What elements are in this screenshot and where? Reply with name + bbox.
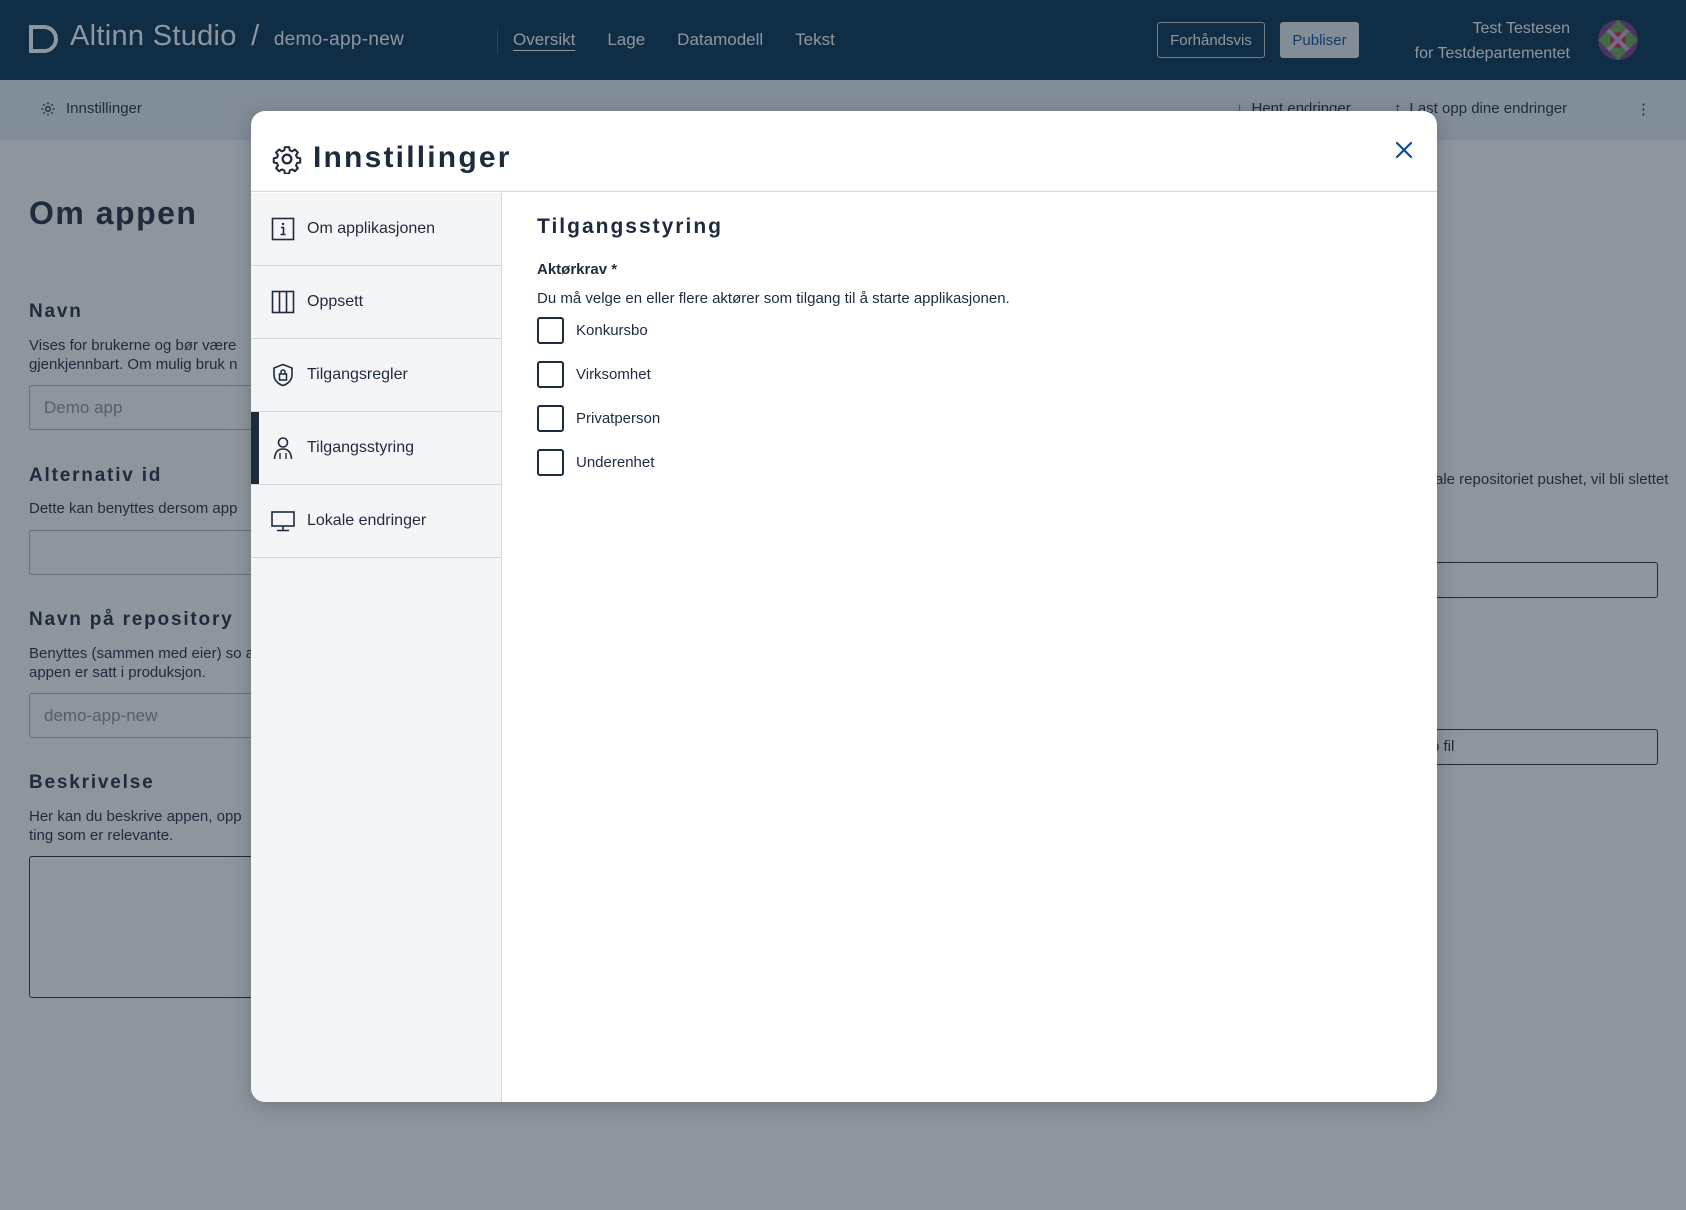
settings-modal: Innstillinger Om applikasjonen Oppsett T… [251,111,1437,1102]
shield-lock-icon [273,363,293,387]
checkbox-konkursbo[interactable]: Konkursbo [537,317,648,344]
checkbox-virksomhet[interactable]: Virksomhet [537,361,651,388]
checkbox[interactable] [537,405,564,432]
gear-icon [272,146,302,174]
checkbox-privatperson[interactable]: Privatperson [537,405,660,432]
tab-oppsett[interactable]: Oppsett [251,266,501,339]
checkbox-underenhet[interactable]: Underenhet [537,449,654,476]
content-title: Tilgangsstyring [537,215,723,238]
info-icon [271,217,295,241]
field-description: Du må velge en eller flere aktører som t… [537,290,1010,307]
modal-title: Innstillinger [313,141,512,174]
checkbox[interactable] [537,317,564,344]
tab-label: Tilgangsregler [307,366,408,383]
tab-om-applikasjonen[interactable]: Om applikasjonen [251,193,501,266]
tab-lokale-endringer[interactable]: Lokale endringer [251,485,501,558]
field-label: Aktørkrav * [537,261,618,278]
person-icon [273,437,293,460]
checkbox-label: Virksomhet [576,366,651,383]
tab-label: Oppsett [307,293,364,310]
checkbox-label: Konkursbo [576,322,648,339]
checkbox[interactable] [537,449,564,476]
tab-label: Lokale endringer [307,512,427,529]
tab-label: Om applikasjonen [307,220,436,237]
checkbox-label: Privatperson [576,410,661,427]
settings-content: Tilgangsstyring Aktørkrav * Du må velge … [503,193,1437,1102]
settings-tabs: Om applikasjonen Oppsett Tilgangsregler [251,193,502,1102]
checkbox[interactable] [537,361,564,388]
modal-header: Innstillinger [251,111,1437,192]
tab-tilgangsstyring[interactable]: Tilgangsstyring [251,412,501,485]
monitor-icon [271,511,295,532]
tab-label: Tilgangsstyring [307,439,415,456]
columns-icon [271,290,295,314]
checkbox-label: Underenhet [576,454,655,471]
tab-tilgangsregler[interactable]: Tilgangsregler [251,339,501,412]
close-icon[interactable] [1391,137,1417,163]
